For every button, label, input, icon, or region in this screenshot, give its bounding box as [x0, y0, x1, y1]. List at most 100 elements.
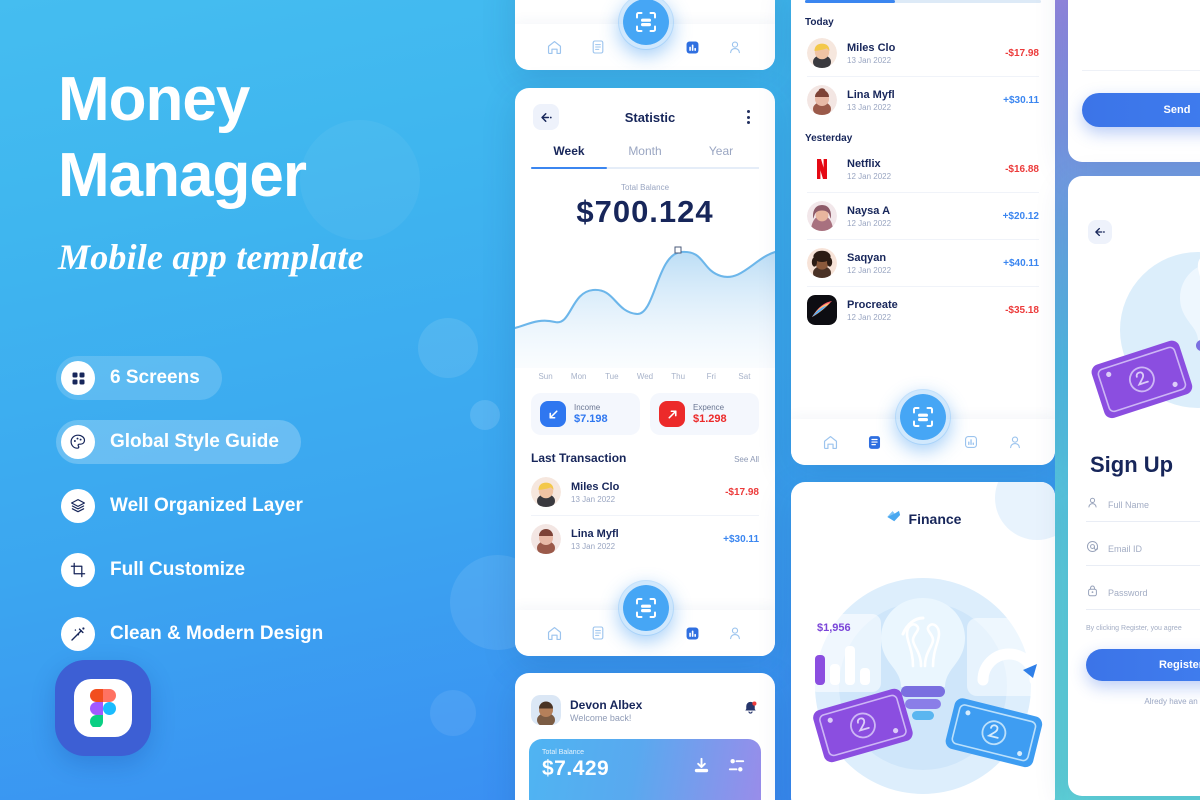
nav-item-profile[interactable] — [714, 39, 757, 55]
feature-label: Full Customize — [110, 559, 246, 580]
axis-tick: Tue — [605, 372, 619, 381]
see-all-link[interactable]: See All — [734, 455, 759, 464]
decor-bubble — [430, 690, 476, 736]
row-name: Saqyan — [847, 251, 887, 264]
phone-card-nav-stub: Lina Myfl 13 Jan 2022 — [515, 0, 775, 70]
nav-item-statistics[interactable] — [671, 39, 714, 56]
tab-week[interactable]: Week — [531, 144, 607, 167]
palette-icon — [61, 425, 95, 459]
row-amount: +$30.11 — [723, 533, 759, 545]
scan-fab-button[interactable] — [895, 389, 951, 445]
avatar — [531, 477, 561, 507]
bell-notification-icon[interactable] — [742, 699, 759, 721]
nav-item-statistics[interactable] — [949, 434, 993, 450]
avatar — [807, 201, 837, 231]
balance-caption: Total Balance — [620, 183, 670, 192]
send-button[interactable]: Send — [1082, 93, 1200, 127]
arrow-down-left-icon — [540, 401, 566, 427]
tab-year[interactable]: Year — [683, 144, 759, 167]
layers-icon — [61, 489, 95, 523]
register-button[interactable]: Register — [1086, 648, 1200, 681]
chart-x-axis-labels: Sun Mon Tue Wed Thu Fri Sat — [515, 368, 775, 381]
greeting: Welcome back! — [570, 712, 632, 723]
home-user-block: Devon Albex Welcome back! — [570, 698, 642, 723]
feature-label: Global Style Guide — [110, 431, 279, 452]
row-meta: Miles Clo 13 Jan 2022 — [847, 42, 995, 65]
decor-circle — [995, 482, 1055, 540]
back-button[interactable] — [1088, 220, 1112, 244]
back-button[interactable] — [533, 104, 559, 130]
table-row[interactable]: Naysa A 12 Jan 2022 +$20.12 — [791, 193, 1055, 239]
table-row[interactable]: Netflix 12 Jan 2022 -$16.88 — [791, 146, 1055, 192]
email-field[interactable]: Email ID — [1086, 540, 1200, 566]
row-meta: Netflix 12 Jan 2022 — [847, 158, 995, 181]
home-header: Devon Albex Welcome back! — [515, 673, 775, 725]
phone-card-signup: Sign Up Full Name Email ID Password By c… — [1068, 176, 1200, 796]
period-tabs[interactable]: Week Month Year — [515, 134, 775, 167]
balance-area-chart — [515, 236, 775, 368]
at-sign-icon — [1086, 540, 1099, 558]
row-meta: Procreate 12 Jan 2022 — [847, 299, 995, 322]
nav-item-documents[interactable] — [576, 625, 619, 641]
settings-sliders-icon[interactable] — [726, 755, 747, 781]
nav-item-profile[interactable] — [714, 625, 757, 641]
phone-card-send-stub: Send — [1068, 0, 1200, 162]
table-row[interactable]: Lina Myfl 13 Jan 2022 +$30.11 — [515, 516, 775, 562]
password-field[interactable]: Password — [1086, 584, 1200, 610]
row-amount: -$17.98 — [1005, 47, 1039, 59]
hero-subtitle: Mobile app template — [58, 237, 364, 277]
user-name: Devon Albex — [570, 697, 643, 712]
table-row[interactable]: Miles Clo 13 Jan 2022 -$17.98 — [515, 469, 775, 515]
crop-icon — [61, 553, 95, 587]
grid-icon — [61, 361, 95, 395]
nav-item-profile[interactable] — [993, 434, 1037, 450]
statistic-header: Statistic — [515, 88, 775, 134]
feature-item-customize: Full Customize — [56, 548, 267, 592]
nav-item-home[interactable] — [533, 39, 576, 56]
avatar[interactable] — [531, 695, 561, 725]
decor-bubble — [470, 400, 500, 430]
hero-title-line2: Manager — [58, 141, 307, 210]
nav-item-statistics[interactable] — [671, 625, 714, 642]
page-title: Sign Up — [1090, 452, 1174, 477]
income-text: Income $7.198 — [574, 403, 608, 425]
balance-card[interactable]: Total Balance $7.429 — [529, 739, 761, 800]
feature-item-design: Clean & Modern Design — [56, 612, 345, 656]
row-date: 13 Jan 2022 — [571, 541, 616, 551]
table-row[interactable]: Lina Myfl 13 Jan 2022 +$30.11 — [791, 77, 1055, 123]
row-name: Lina Myfl — [571, 527, 619, 540]
finance-stat-value: $1,956 — [817, 622, 851, 634]
axis-tick: Wed — [636, 372, 654, 381]
download-icon[interactable] — [691, 755, 712, 781]
expence-pill[interactable]: Expence $1.298 — [650, 393, 759, 435]
row-name: Miles Clo — [847, 41, 896, 54]
row-amount: -$16.88 — [1005, 163, 1039, 175]
income-caption: Income — [574, 403, 601, 412]
table-row[interactable]: Saqyan 12 Jan 2022 +$40.11 — [791, 240, 1055, 286]
table-row[interactable]: Miles Clo 13 Jan 2022 -$17.98 — [791, 30, 1055, 76]
row-name: Netflix — [847, 157, 881, 170]
kebab-menu-icon[interactable] — [741, 110, 757, 124]
progress-fill — [805, 0, 895, 3]
finance-logo-icon — [885, 508, 902, 530]
hero-title-line1: Money — [58, 65, 250, 134]
scan-fab-button[interactable] — [618, 580, 674, 636]
tab-month[interactable]: Month — [607, 144, 683, 167]
row-date: 13 Jan 2022 — [847, 55, 892, 65]
nav-item-documents[interactable] — [576, 39, 619, 55]
progress-bar — [805, 0, 1041, 3]
expence-caption: Expence — [693, 403, 725, 412]
login-prompt[interactable]: Alredy have an — [1068, 681, 1200, 706]
nav-item-home[interactable] — [809, 434, 853, 451]
full-name-placeholder: Full Name — [1108, 500, 1150, 510]
tab-active-indicator — [531, 167, 607, 169]
income-pill[interactable]: Income $7.198 — [531, 393, 640, 435]
nav-item-home[interactable] — [533, 625, 576, 642]
full-name-field[interactable]: Full Name — [1086, 496, 1200, 522]
row-name: Miles Clo — [571, 480, 620, 493]
axis-tick: Fri — [706, 372, 716, 381]
row-amount: +$30.11 — [1003, 94, 1039, 106]
income-value: $7.198 — [574, 413, 608, 425]
table-row[interactable]: Procreate 12 Jan 2022 -$35.18 — [791, 287, 1055, 333]
nav-item-documents[interactable] — [853, 434, 897, 451]
